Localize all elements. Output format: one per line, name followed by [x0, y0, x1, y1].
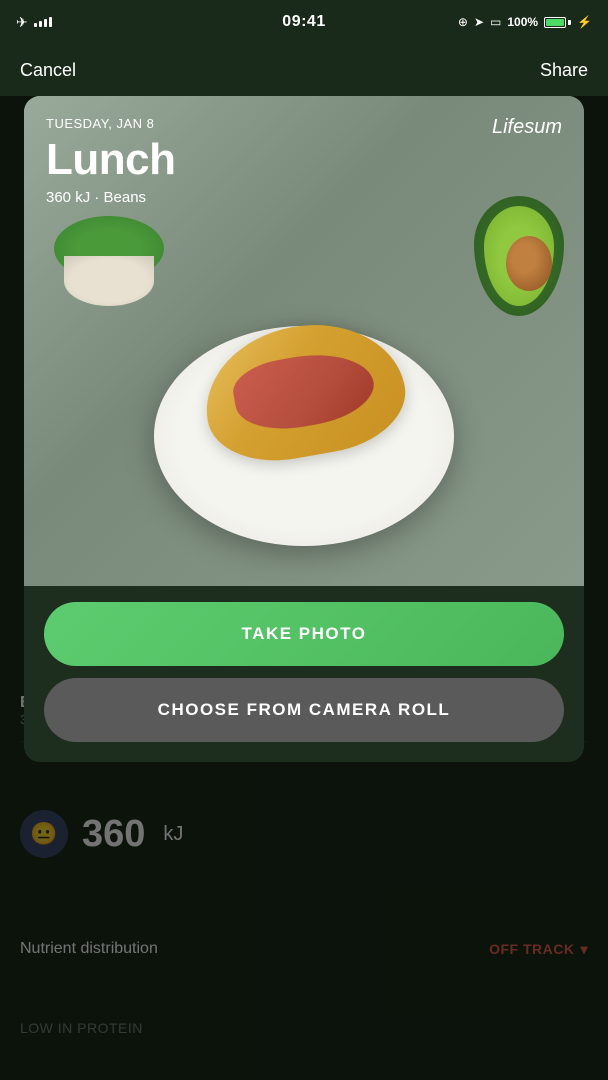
food-image: TUESDAY, JAN 8 Lunch 360 kJ · Beans Life…	[24, 96, 584, 586]
signal-bars	[34, 17, 52, 27]
brand-name: Lifesum	[492, 116, 562, 139]
cancel-button[interactable]: Cancel	[20, 60, 76, 81]
omelette	[194, 310, 414, 473]
meal-modal-card: TUESDAY, JAN 8 Lunch 360 kJ · Beans Life…	[24, 96, 584, 762]
meal-subtitle: 360 kJ · Beans	[46, 189, 562, 206]
battery-icon	[544, 17, 571, 28]
bar2	[39, 21, 42, 27]
bar4	[49, 17, 52, 27]
bar1	[34, 23, 37, 27]
avocado-pit	[506, 236, 552, 291]
camera-roll-button[interactable]: CHOOSE FROM CAMERA ROLL	[44, 678, 564, 742]
share-button[interactable]: Share	[540, 60, 588, 81]
nav-bar: Cancel Share	[0, 44, 608, 96]
status-time: 09:41	[282, 13, 325, 31]
airplane-icon: ✈	[16, 14, 28, 31]
meal-title: Lunch	[46, 135, 562, 185]
screen-mirror-icon: ▭	[490, 15, 501, 29]
battery-fill	[546, 19, 564, 26]
navigation-icon: ➤	[474, 15, 484, 29]
location-icon: ⊕	[458, 15, 468, 29]
battery-tip	[568, 20, 571, 25]
bar3	[44, 19, 47, 27]
meal-date: TUESDAY, JAN 8	[46, 116, 562, 131]
status-left: ✈	[16, 14, 52, 31]
actions-area: TAKE PHOTO CHOOSE FROM CAMERA ROLL	[24, 586, 584, 762]
battery-percent: 100%	[507, 15, 538, 29]
status-right: ⊕ ➤ ▭ 100% ⚡	[458, 15, 592, 29]
battery-body	[544, 17, 566, 28]
peas-bowl	[54, 216, 164, 306]
status-bar: ✈ 09:41 ⊕ ➤ ▭ 100% ⚡	[0, 0, 608, 44]
peas-bowl-base	[64, 256, 154, 306]
take-photo-button[interactable]: TAKE PHOTO	[44, 602, 564, 666]
plate	[154, 326, 454, 546]
charging-icon: ⚡	[577, 15, 592, 29]
